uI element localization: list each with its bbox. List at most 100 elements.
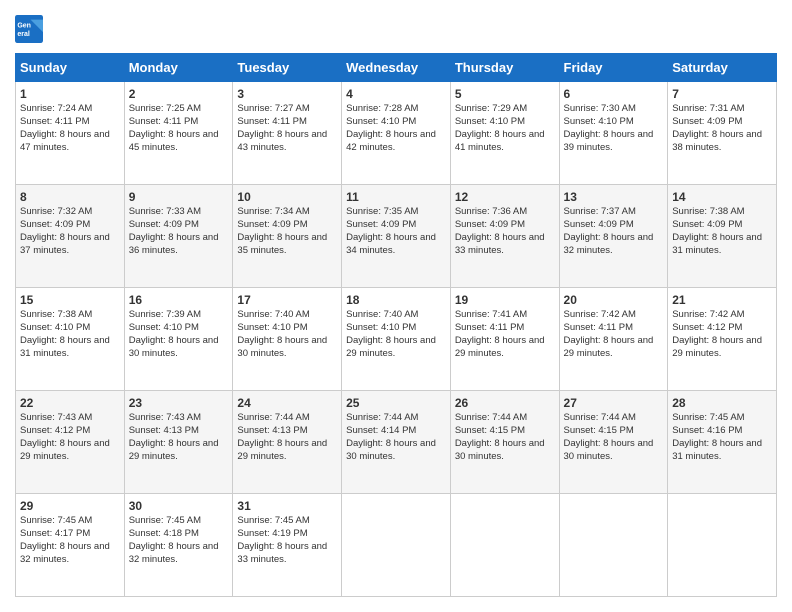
svg-text:eral: eral [17, 31, 30, 38]
sunrise: Sunrise: 7:30 AM [564, 103, 636, 114]
daylight: Daylight: 8 hours and 31 minutes. [20, 335, 110, 359]
daylight: Daylight: 8 hours and 42 minutes. [346, 129, 436, 153]
daylight: Daylight: 8 hours and 37 minutes. [20, 232, 110, 256]
calendar-cell: 7Sunrise: 7:31 AMSunset: 4:09 PMDaylight… [668, 82, 777, 185]
sunrise: Sunrise: 7:44 AM [455, 412, 527, 423]
calendar-cell: 3Sunrise: 7:27 AMSunset: 4:11 PMDaylight… [233, 82, 342, 185]
sunset: Sunset: 4:11 PM [455, 322, 525, 333]
daylight: Daylight: 8 hours and 32 minutes. [129, 541, 219, 565]
calendar-cell: 19Sunrise: 7:41 AMSunset: 4:11 PMDayligh… [450, 288, 559, 391]
calendar-cell: 21Sunrise: 7:42 AMSunset: 4:12 PMDayligh… [668, 288, 777, 391]
sunrise: Sunrise: 7:45 AM [20, 515, 92, 526]
day-number: 9 [129, 189, 229, 205]
day-number: 10 [237, 189, 337, 205]
sunrise: Sunrise: 7:25 AM [129, 103, 201, 114]
sunset: Sunset: 4:09 PM [346, 219, 416, 230]
calendar-cell: 28Sunrise: 7:45 AMSunset: 4:16 PMDayligh… [668, 391, 777, 494]
calendar-cell: 14Sunrise: 7:38 AMSunset: 4:09 PMDayligh… [668, 185, 777, 288]
calendar-cell: 23Sunrise: 7:43 AMSunset: 4:13 PMDayligh… [124, 391, 233, 494]
calendar-cell: 6Sunrise: 7:30 AM Sunset: 4:10 PM Daylight… [559, 82, 668, 185]
sunrise: Sunrise: 7:42 AM [564, 309, 636, 320]
calendar-cell: 2Sunrise: 7:25 AMSunset: 4:11 PMDaylight… [124, 82, 233, 185]
calendar-cell: 25Sunrise: 7:44 AMSunset: 4:14 PMDayligh… [342, 391, 451, 494]
sunset: Sunset: 4:10 PM [346, 322, 416, 333]
daylight: Daylight: 8 hours and 29 minutes. [672, 335, 762, 359]
daylight: Daylight: 8 hours and 29 minutes. [455, 335, 545, 359]
sunset: Sunset: 4:10 PM [564, 116, 634, 127]
day-number: 16 [129, 292, 229, 308]
day-number: 4 [346, 86, 446, 102]
sunrise: Sunrise: 7:45 AM [129, 515, 201, 526]
logo-icon: Gen eral [15, 15, 43, 43]
sunrise: Sunrise: 7:34 AM [237, 206, 309, 217]
daylight: Daylight: 8 hours and 29 minutes. [20, 438, 110, 462]
calendar-cell: 16Sunrise: 7:39 AMSunset: 4:10 PMDayligh… [124, 288, 233, 391]
daylight: Daylight: 8 hours and 33 minutes. [455, 232, 545, 256]
daylight: Daylight: 8 hours and 32 minutes. [20, 541, 110, 565]
sunrise: Sunrise: 7:40 AM [346, 309, 418, 320]
day-number: 30 [129, 498, 229, 514]
sunset: Sunset: 4:12 PM [20, 425, 90, 436]
day-header: Wednesday [342, 54, 451, 82]
daylight: Daylight: 8 hours and 43 minutes. [237, 129, 327, 153]
daylight: Daylight: 8 hours and 45 minutes. [129, 129, 219, 153]
daylight: Daylight: 8 hours and 47 minutes. [20, 129, 110, 153]
calendar-cell: 5Sunrise: 7:29 AMSunset: 4:10 PMDaylight… [450, 82, 559, 185]
header: Gen eral [15, 15, 777, 43]
sunset: Sunset: 4:10 PM [129, 322, 199, 333]
day-number: 15 [20, 292, 120, 308]
day-number: 6 [564, 86, 664, 102]
daylight: Daylight: 8 hours and 29 minutes. [564, 335, 654, 359]
day-header: Monday [124, 54, 233, 82]
daylight: Daylight: 8 hours and 30 minutes. [237, 335, 327, 359]
calendar-cell: 31Sunrise: 7:45 AMSunset: 4:19 PMDayligh… [233, 494, 342, 597]
sunrise: Sunrise: 7:38 AM [20, 309, 92, 320]
sunset: Sunset: 4:09 PM [20, 219, 90, 230]
daylight: Daylight: 8 hours and 33 minutes. [237, 541, 327, 565]
day-number: 21 [672, 292, 772, 308]
daylight: Daylight: 8 hours and 30 minutes. [564, 438, 654, 462]
calendar-cell: 10Sunrise: 7:34 AMSunset: 4:09 PMDayligh… [233, 185, 342, 288]
sunset: Sunset: 4:10 PM [20, 322, 90, 333]
sunset: Sunset: 4:11 PM [237, 116, 307, 127]
daylight: Daylight: 8 hours and 29 minutes. [237, 438, 327, 462]
sunrise: Sunrise: 7:40 AM [237, 309, 309, 320]
day-number: 19 [455, 292, 555, 308]
sunset: Sunset: 4:10 PM [237, 322, 307, 333]
sunrise: Sunrise: 7:24 AM [20, 103, 92, 114]
daylight: Daylight: 8 hours and 29 minutes. [346, 335, 436, 359]
calendar-cell: 15Sunrise: 7:38 AM Sunset: 4:10 PM Dayligh… [16, 288, 125, 391]
day-number: 18 [346, 292, 446, 308]
sunset: Sunset: 4:11 PM [564, 322, 634, 333]
calendar-cell: 18Sunrise: 7:40 AM Sunset: 4:10 PM Dayligh… [342, 288, 451, 391]
calendar-cell: 27Sunrise: 7:44 AMSunset: 4:15 PMDayligh… [559, 391, 668, 494]
day-number: 20 [564, 292, 664, 308]
sunrise: Sunrise: 7:32 AM [20, 206, 92, 217]
sunset: Sunset: 4:12 PM [672, 322, 742, 333]
sunset: Sunset: 4:09 PM [564, 219, 634, 230]
page: Gen eral SundayMondayTuesdayWednesdayThu… [0, 0, 792, 612]
sunrise: Sunrise: 7:31 AM [672, 103, 744, 114]
day-number: 3 [237, 86, 337, 102]
day-number: 11 [346, 189, 446, 205]
calendar-cell [450, 494, 559, 597]
sunset: Sunset: 4:19 PM [237, 528, 307, 539]
svg-text:Gen: Gen [17, 22, 31, 29]
sunrise: Sunrise: 7:35 AM [346, 206, 418, 217]
calendar-cell [559, 494, 668, 597]
calendar-cell: 17Sunrise: 7:40 AMSunset: 4:10 PMDayligh… [233, 288, 342, 391]
sunset: Sunset: 4:16 PM [672, 425, 742, 436]
calendar-cell [342, 494, 451, 597]
sunrise: Sunrise: 7:44 AM [237, 412, 309, 423]
day-number: 24 [237, 395, 337, 411]
sunrise: Sunrise: 7:45 AM [237, 515, 309, 526]
sunset: Sunset: 4:13 PM [129, 425, 199, 436]
day-number: 7 [672, 86, 772, 102]
daylight: Daylight: 8 hours and 29 minutes. [129, 438, 219, 462]
sunrise: Sunrise: 7:37 AM [564, 206, 636, 217]
sunset: Sunset: 4:09 PM [455, 219, 525, 230]
day-number: 29 [20, 498, 120, 514]
sunset: Sunset: 4:15 PM [455, 425, 525, 436]
daylight: Daylight: 8 hours and 39 minutes. [564, 129, 654, 153]
sunrise: Sunrise: 7:45 AM [672, 412, 744, 423]
